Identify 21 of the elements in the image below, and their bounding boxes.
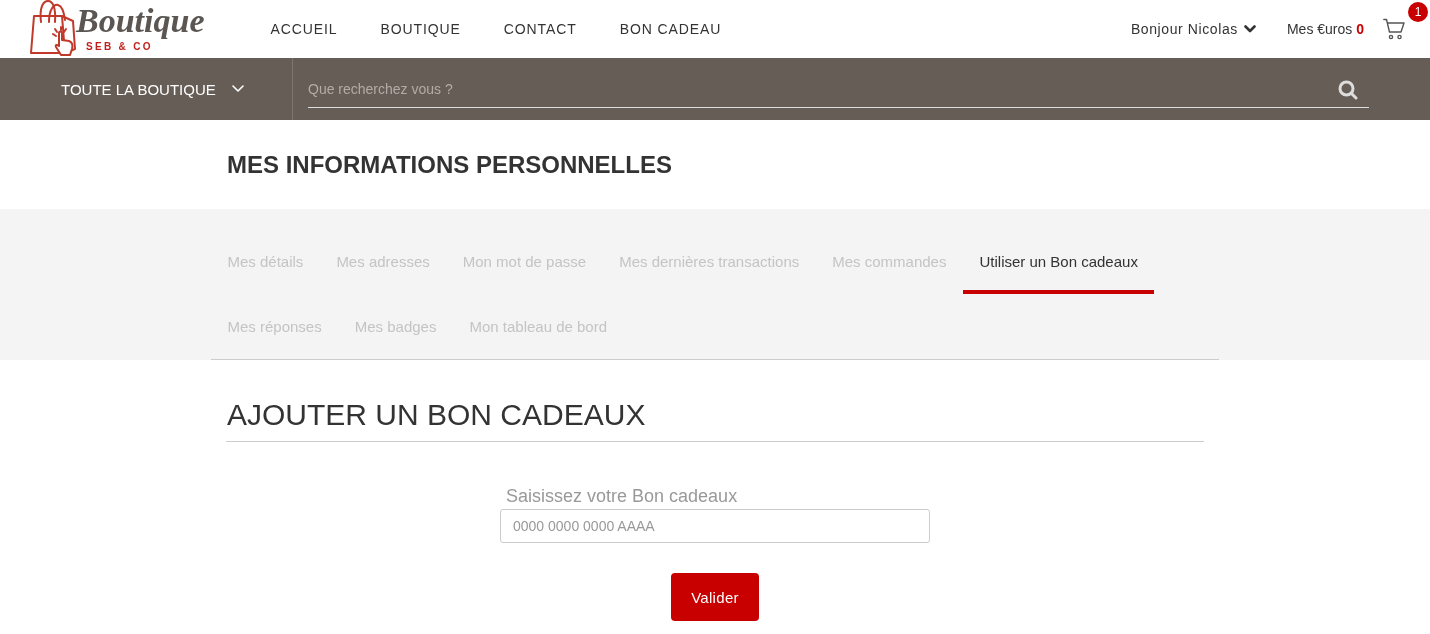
voucher-code-field[interactable]: 0000 0000 0000 AAAA [500, 509, 930, 543]
field-label: Saisissez votre Bon cadeaux [505, 486, 739, 506]
search-input[interactable]: Que recherchez vous ? [308, 80, 1338, 97]
page-title: MES INFORMATIONS PERSONNELLES [226, 150, 672, 179]
logo-wordmark: Boutique [76, 1, 205, 41]
nav-link[interactable]: BOUTIQUE [380, 21, 461, 37]
cart-icon[interactable] [1383, 18, 1405, 40]
logo-tagline: SEB & CO [86, 41, 154, 53]
section-heading: AJOUTER UN BON CADEAUX [226, 398, 1204, 442]
category-menu-button[interactable]: TOUTE LA BOUTIQUE [0, 58, 293, 120]
cart-count-badge: 1 [1408, 2, 1428, 22]
account-menu-button[interactable]: Bonjour Nicolas [1130, 21, 1256, 37]
nav-link[interactable]: ACCUEIL [270, 21, 338, 37]
nav-link[interactable]: BON CADEAU [619, 21, 722, 37]
chevron-down-icon [231, 85, 244, 93]
chevron-down-icon [1243, 25, 1256, 33]
search-icon[interactable] [1338, 80, 1358, 100]
validate-button[interactable]: Valider [671, 573, 759, 621]
nav-link[interactable]: CONTACT [503, 21, 577, 37]
my-euros-link[interactable]: Mes €uros 0 [1286, 21, 1364, 37]
account-tab[interactable]: Utiliser un Bon cadeaux [962, 229, 1155, 294]
